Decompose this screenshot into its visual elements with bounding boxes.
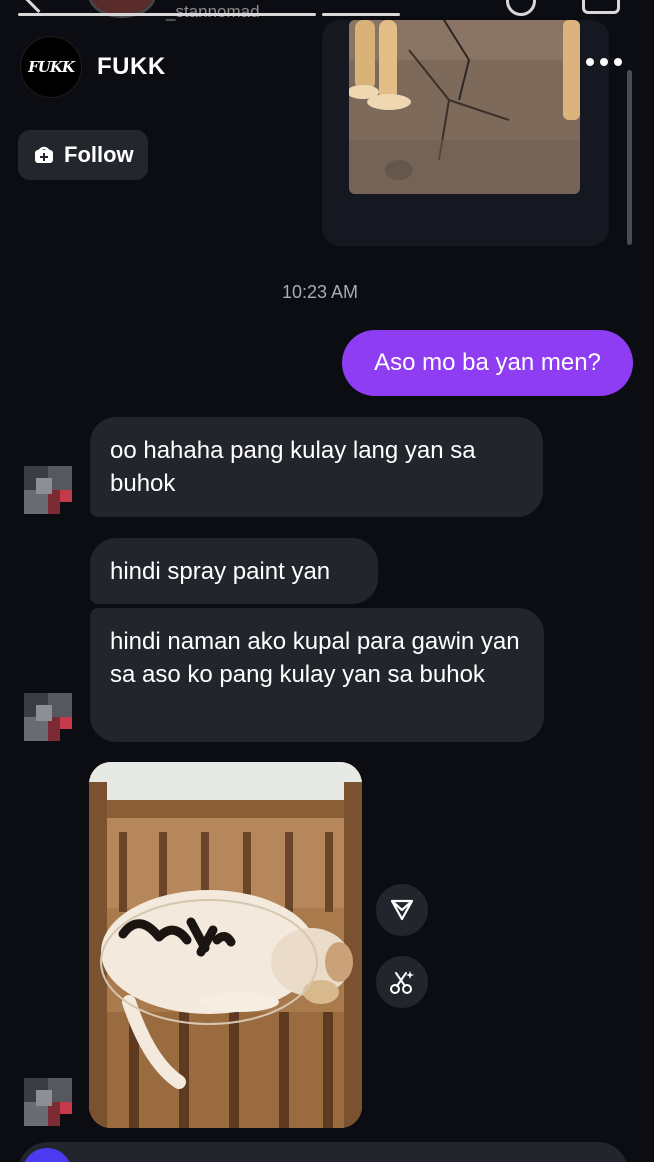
- share-send-icon: [390, 899, 414, 921]
- story-progress-bar: [18, 13, 316, 16]
- share-send-button[interactable]: [376, 884, 428, 936]
- story-progress-bar: [322, 13, 400, 16]
- profile-avatar[interactable]: FUKK: [20, 36, 82, 98]
- follow-label: Follow: [64, 142, 134, 167]
- message-composer[interactable]: [18, 1142, 628, 1162]
- add-friend-icon: [34, 146, 54, 164]
- incoming-message[interactable]: oo hahaha pang kulay lang yan sa buhok: [90, 417, 543, 517]
- outgoing-message[interactable]: Aso mo ba yan men?: [342, 330, 633, 396]
- sender-avatar[interactable]: [24, 693, 72, 741]
- message-timestamp: 10:23 AM: [281, 282, 359, 302]
- dog-in-crate-photo: [89, 762, 362, 1128]
- follow-button[interactable]: Follow: [18, 130, 148, 180]
- photo-message[interactable]: [89, 762, 362, 1128]
- edit-image-button[interactable]: [376, 956, 428, 1008]
- incoming-message[interactable]: hindi naman ako kupal para gawin yan sa …: [90, 608, 544, 742]
- scrollbar[interactable]: [627, 70, 632, 245]
- shared-post-photo[interactable]: [349, 20, 580, 194]
- video-call-icon[interactable]: [582, 0, 620, 14]
- profile-name[interactable]: FUKK: [97, 53, 166, 81]
- back-icon[interactable]: [18, 0, 41, 13]
- sender-avatar[interactable]: [24, 466, 72, 514]
- scissors-sparkle-icon: [390, 971, 414, 994]
- dog-legs-photo: [349, 20, 580, 194]
- story-username: _stannomad: [166, 2, 260, 21]
- more-dots-icon[interactable]: [586, 58, 622, 68]
- avatar-logo-text: FUKK: [28, 58, 75, 76]
- story-strip: _stannomad: [0, 0, 654, 22]
- phone-call-icon[interactable]: [506, 0, 536, 16]
- incoming-message[interactable]: hindi spray paint yan: [90, 538, 378, 604]
- sender-avatar[interactable]: [24, 1078, 72, 1126]
